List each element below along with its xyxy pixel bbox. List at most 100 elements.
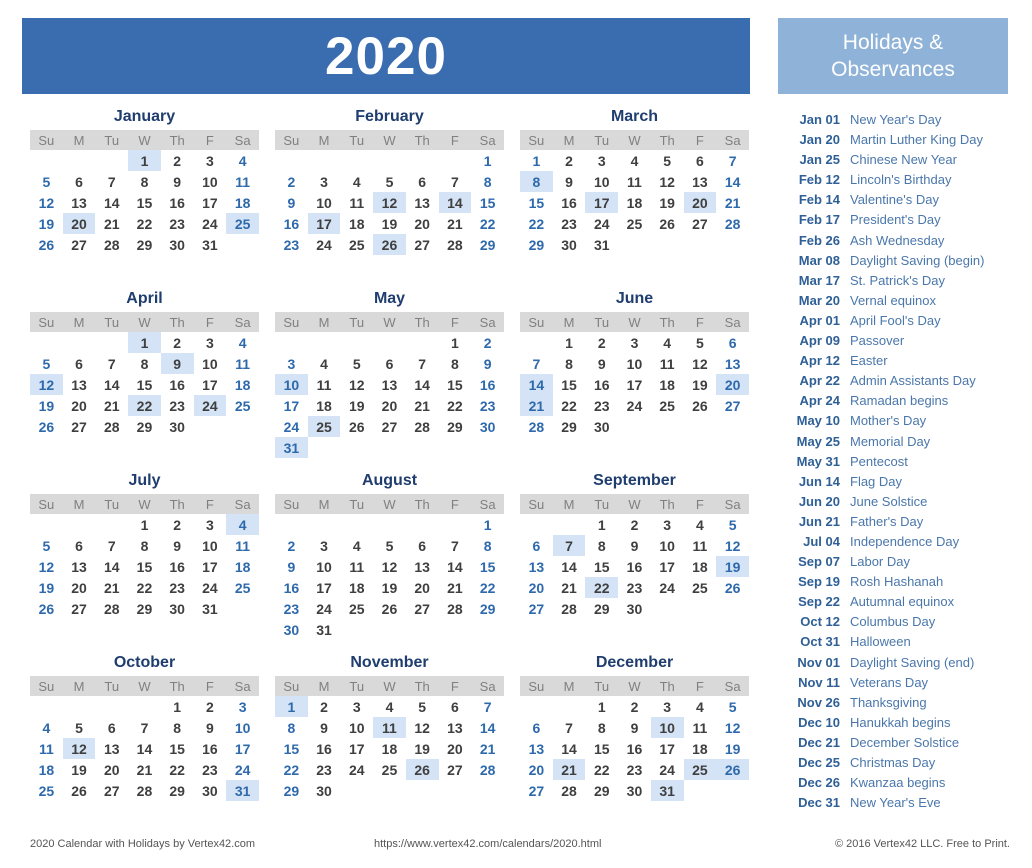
- day-cell[interactable]: 12: [62, 738, 96, 759]
- day-cell[interactable]: 31: [226, 780, 259, 801]
- day-cell[interactable]: 8: [275, 717, 308, 738]
- day-cell[interactable]: 1: [585, 696, 618, 717]
- day-cell[interactable]: 22: [439, 395, 472, 416]
- day-cell[interactable]: 25: [30, 780, 63, 801]
- day-cell[interactable]: 31: [585, 234, 618, 255]
- day-cell[interactable]: 5: [30, 171, 63, 192]
- day-cell[interactable]: 7: [520, 353, 553, 374]
- day-cell[interactable]: 8: [128, 171, 161, 192]
- day-cell[interactable]: 29: [128, 598, 161, 619]
- day-cell[interactable]: 24: [585, 213, 618, 234]
- day-cell[interactable]: 5: [684, 332, 717, 353]
- day-cell[interactable]: 9: [553, 171, 586, 192]
- day-cell[interactable]: 23: [618, 577, 651, 598]
- day-cell[interactable]: 2: [161, 150, 194, 171]
- day-cell[interactable]: 16: [308, 738, 341, 759]
- day-cell[interactable]: 26: [716, 577, 749, 598]
- day-cell[interactable]: 29: [128, 416, 161, 437]
- day-cell[interactable]: 21: [552, 759, 586, 780]
- day-cell[interactable]: 13: [439, 717, 472, 738]
- day-cell[interactable]: 6: [439, 696, 472, 717]
- day-cell[interactable]: 7: [553, 717, 586, 738]
- day-cell[interactable]: 10: [618, 353, 651, 374]
- day-cell[interactable]: 2: [275, 535, 308, 556]
- day-cell[interactable]: 19: [716, 556, 749, 577]
- day-cell[interactable]: 23: [308, 759, 341, 780]
- day-cell[interactable]: 25: [683, 759, 717, 780]
- day-cell[interactable]: 6: [520, 535, 553, 556]
- day-cell[interactable]: 27: [439, 759, 472, 780]
- day-cell[interactable]: 4: [373, 696, 406, 717]
- day-cell[interactable]: 15: [471, 192, 504, 213]
- day-cell[interactable]: 23: [161, 577, 194, 598]
- day-cell[interactable]: 7: [552, 535, 586, 556]
- day-cell[interactable]: 11: [684, 535, 717, 556]
- day-cell[interactable]: 29: [471, 598, 504, 619]
- day-cell[interactable]: 4: [226, 150, 259, 171]
- day-cell[interactable]: 4: [684, 696, 717, 717]
- day-cell[interactable]: 19: [30, 213, 63, 234]
- day-cell[interactable]: 13: [520, 738, 553, 759]
- day-cell[interactable]: 25: [618, 213, 651, 234]
- day-cell[interactable]: 7: [716, 150, 749, 171]
- day-cell[interactable]: 10: [308, 192, 341, 213]
- day-cell[interactable]: 29: [439, 416, 472, 437]
- day-cell[interactable]: 7: [471, 696, 504, 717]
- day-cell[interactable]: 1: [275, 696, 308, 717]
- day-cell[interactable]: 27: [63, 234, 96, 255]
- day-cell[interactable]: 9: [161, 535, 194, 556]
- day-cell[interactable]: 12: [716, 717, 749, 738]
- day-cell[interactable]: 20: [373, 395, 406, 416]
- day-cell[interactable]: 22: [471, 577, 504, 598]
- day-cell[interactable]: 2: [161, 514, 194, 535]
- day-cell[interactable]: 26: [63, 780, 96, 801]
- day-cell[interactable]: 8: [128, 353, 161, 374]
- day-cell[interactable]: 1: [585, 514, 618, 535]
- day-cell[interactable]: 15: [439, 374, 472, 395]
- day-cell[interactable]: 24: [651, 759, 684, 780]
- day-cell[interactable]: 27: [63, 598, 96, 619]
- day-cell[interactable]: 29: [471, 234, 504, 255]
- day-cell[interactable]: 16: [275, 577, 308, 598]
- day-cell[interactable]: 16: [553, 192, 586, 213]
- day-cell[interactable]: 12: [373, 556, 406, 577]
- day-cell[interactable]: 26: [651, 213, 684, 234]
- day-cell[interactable]: 19: [63, 759, 96, 780]
- day-cell[interactable]: 28: [95, 598, 128, 619]
- day-cell[interactable]: 6: [684, 150, 717, 171]
- day-cell[interactable]: 3: [308, 535, 341, 556]
- day-cell[interactable]: 14: [553, 738, 586, 759]
- day-cell[interactable]: 4: [684, 514, 717, 535]
- day-cell[interactable]: 28: [716, 213, 749, 234]
- day-cell[interactable]: 4: [618, 150, 651, 171]
- day-cell[interactable]: 20: [63, 577, 96, 598]
- day-cell[interactable]: 27: [373, 416, 406, 437]
- day-cell[interactable]: 4: [30, 717, 63, 738]
- day-cell[interactable]: 14: [95, 192, 128, 213]
- day-cell[interactable]: 19: [30, 395, 63, 416]
- day-cell[interactable]: 26: [30, 598, 63, 619]
- day-cell[interactable]: 27: [63, 416, 96, 437]
- day-cell[interactable]: 1: [471, 514, 504, 535]
- day-cell[interactable]: 26: [684, 395, 717, 416]
- day-cell[interactable]: 20: [439, 738, 472, 759]
- day-cell[interactable]: 22: [585, 577, 619, 598]
- day-cell[interactable]: 22: [128, 213, 161, 234]
- day-cell[interactable]: 25: [307, 416, 341, 437]
- day-cell[interactable]: 27: [406, 234, 439, 255]
- day-cell[interactable]: 24: [651, 577, 684, 598]
- day-cell[interactable]: 24: [194, 213, 227, 234]
- day-cell[interactable]: 21: [95, 213, 128, 234]
- day-cell[interactable]: 26: [30, 234, 63, 255]
- day-cell[interactable]: 3: [194, 332, 227, 353]
- day-cell[interactable]: 10: [275, 374, 308, 395]
- day-cell[interactable]: 14: [95, 556, 128, 577]
- day-cell[interactable]: 4: [308, 353, 341, 374]
- day-cell[interactable]: 15: [585, 556, 618, 577]
- day-cell[interactable]: 6: [406, 171, 439, 192]
- day-cell[interactable]: 25: [226, 577, 259, 598]
- day-cell[interactable]: 8: [553, 353, 586, 374]
- day-cell[interactable]: 8: [585, 717, 618, 738]
- day-cell[interactable]: 9: [308, 717, 341, 738]
- day-cell[interactable]: 17: [194, 374, 227, 395]
